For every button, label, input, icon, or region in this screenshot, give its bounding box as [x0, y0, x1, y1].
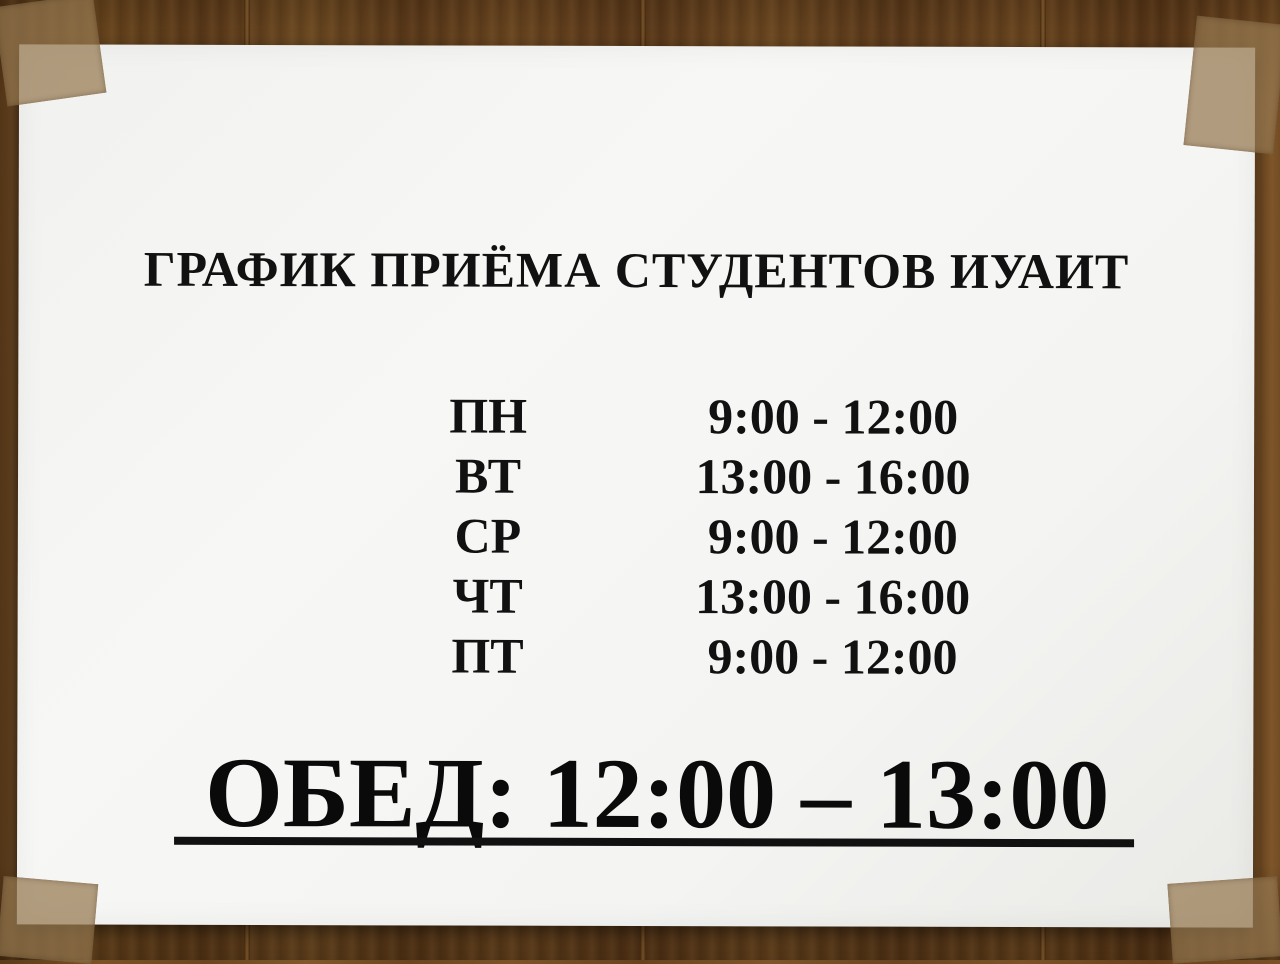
- tape-top-right: [1183, 15, 1280, 155]
- schedule-table: ПН 9:00 - 12:00 ВТ 13:00 - 16:00 СР 9:00…: [417, 385, 1018, 687]
- schedule-row: ВТ 13:00 - 16:00: [418, 445, 1018, 507]
- schedule-time: 13:00 - 16:00: [695, 448, 971, 505]
- schedule-time: 9:00 - 12:00: [708, 388, 959, 445]
- schedule-day: ПТ: [451, 627, 524, 684]
- notice-title: ГРАФИК ПРИЁМА СТУДЕНТОВ ИУАИТ: [143, 240, 1130, 300]
- schedule-day: ПН: [449, 387, 528, 444]
- tape-bottom-right: [1167, 876, 1280, 964]
- schedule-row: ПН 9:00 - 12:00: [418, 385, 1018, 447]
- schedule-day: СР: [454, 507, 522, 564]
- notice-paper: ГРАФИК ПРИЁМА СТУДЕНТОВ ИУАИТ ПН 9:00 - …: [16, 44, 1256, 928]
- schedule-row: ЧТ 13:00 - 16:00: [418, 565, 1018, 627]
- schedule-day: ВТ: [454, 447, 522, 504]
- schedule-time: 13:00 - 16:00: [695, 568, 971, 625]
- schedule-time: 9:00 - 12:00: [707, 628, 958, 685]
- schedule-day: ЧТ: [452, 567, 523, 624]
- schedule-row: ПТ 9:00 - 12:00: [417, 625, 1017, 687]
- schedule-row: СР 9:00 - 12:00: [418, 505, 1018, 567]
- tape-top-left: [0, 0, 107, 107]
- tape-bottom-left: [0, 876, 99, 964]
- schedule-time: 9:00 - 12:00: [707, 508, 958, 565]
- lunch-break-text: ОБЕД: 12:00 – 13:00: [204, 736, 1110, 851]
